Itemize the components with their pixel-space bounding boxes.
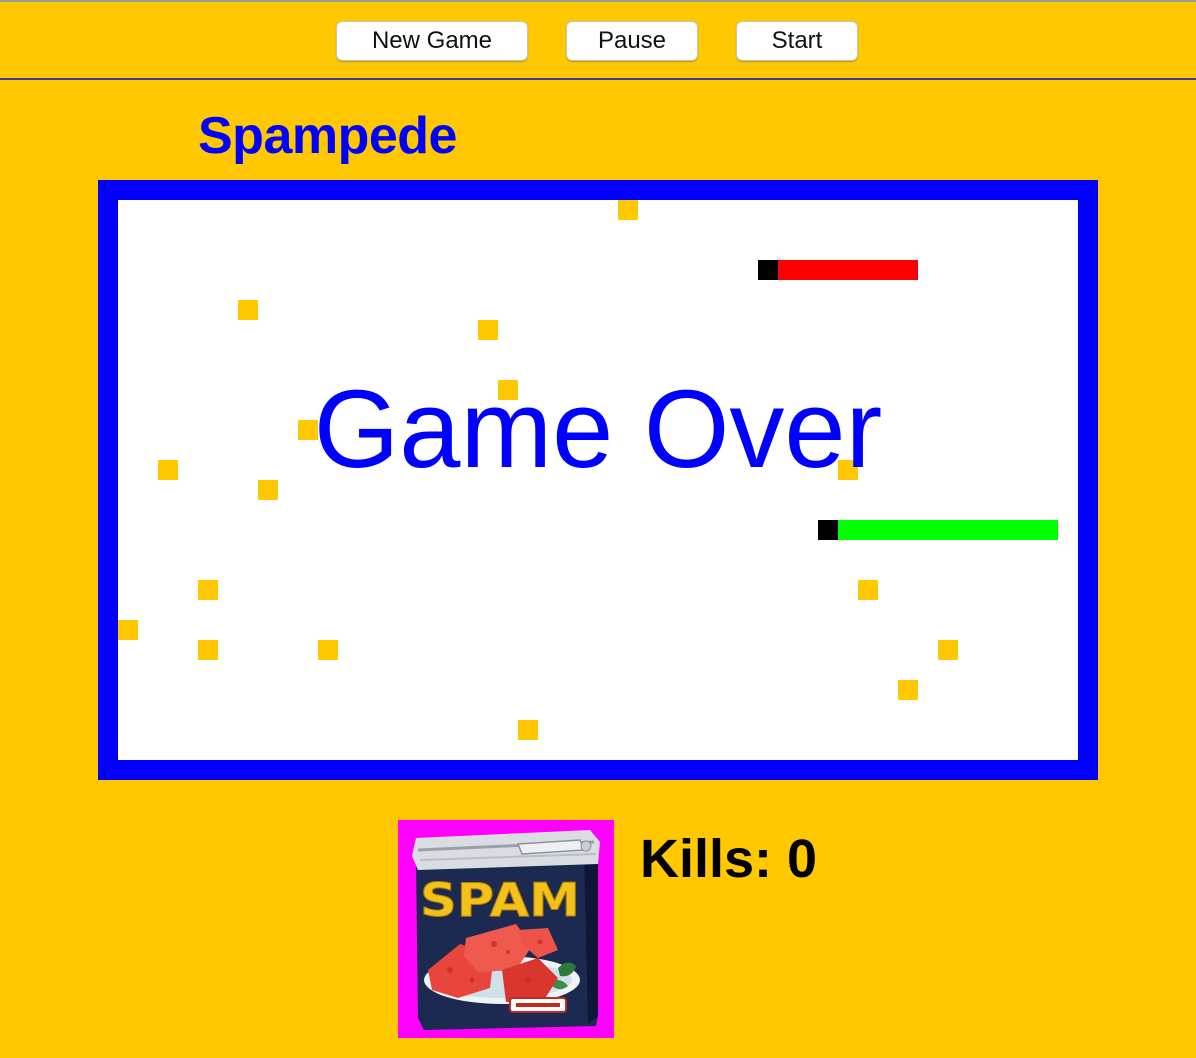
spam-cell: [518, 720, 538, 740]
snake-red-body: [818, 260, 838, 280]
snake-green-body: [998, 520, 1018, 540]
spam-cell: [258, 480, 278, 500]
snake-red-body: [898, 260, 918, 280]
snake-green-body: [938, 520, 958, 540]
spam-can-image: SPAM: [398, 820, 614, 1038]
snake-green-body: [838, 520, 858, 540]
spam-cell: [858, 580, 878, 600]
spam-cell: [938, 640, 958, 660]
control-bar: New Game Pause Start: [0, 0, 1196, 80]
spam-cell: [118, 620, 138, 640]
snake-green-body: [1038, 520, 1058, 540]
snake-red-body: [778, 260, 798, 280]
spam-cell: [898, 680, 918, 700]
spam-cell: [318, 640, 338, 660]
snake-green-body: [898, 520, 918, 540]
start-button[interactable]: Start: [736, 21, 858, 61]
svg-text:SPAM: SPAM: [420, 873, 580, 927]
spam-can-icon: SPAM: [412, 830, 600, 1030]
spam-cell: [198, 580, 218, 600]
snake-green-body: [978, 520, 998, 540]
spam-cell: [198, 640, 218, 660]
snake-red-body: [858, 260, 878, 280]
game-board[interactable]: Game Over: [98, 180, 1098, 780]
play-field: [118, 200, 1078, 760]
pause-button[interactable]: Pause: [566, 21, 698, 61]
spam-cell: [618, 200, 638, 220]
snake-green-body: [858, 520, 878, 540]
new-game-button[interactable]: New Game: [336, 21, 528, 61]
snake-red-body: [878, 260, 898, 280]
spam-cell: [238, 300, 258, 320]
spam-cell: [298, 420, 318, 440]
snake-green-body: [1018, 520, 1038, 540]
snake-green-head: [818, 520, 838, 540]
spam-cell: [838, 460, 858, 480]
spam-cell: [478, 320, 498, 340]
snake-green-body: [958, 520, 978, 540]
spam-cell: [498, 380, 518, 400]
spam-cell: [158, 460, 178, 480]
kills-counter: Kills: 0: [640, 829, 818, 889]
snake-green-body: [918, 520, 938, 540]
game-title: Spampede: [198, 107, 457, 165]
snake-red-body: [798, 260, 818, 280]
snake-red-body: [838, 260, 858, 280]
snake-red-head: [758, 260, 778, 280]
snake-green-body: [878, 520, 898, 540]
